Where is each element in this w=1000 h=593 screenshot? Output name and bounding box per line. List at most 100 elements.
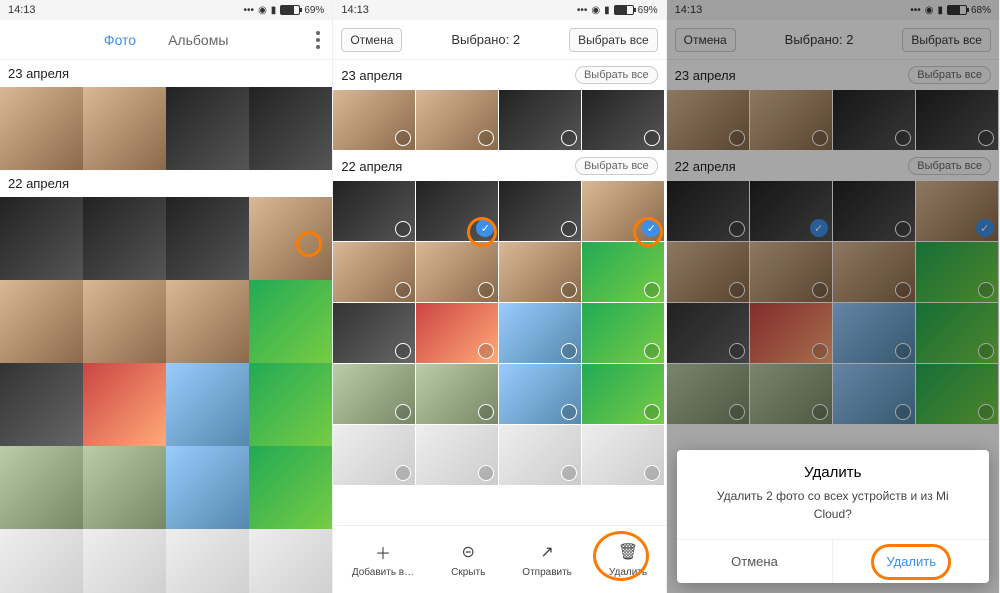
photo-thumb[interactable] [499,90,581,150]
select-circle-icon[interactable] [478,465,494,481]
select-all-button[interactable]: Выбрать все [569,28,658,52]
photo-thumb[interactable] [166,197,249,280]
photo-thumb[interactable] [0,87,83,170]
photo-thumb[interactable] [499,425,581,485]
photo-thumb[interactable] [333,425,415,485]
tab-bar: Фото Альбомы [0,20,332,60]
photo-thumb[interactable] [416,242,498,302]
dialog-title: Удалить [677,450,989,487]
photo-thumb[interactable] [249,87,332,170]
photo-thumb[interactable] [582,303,664,363]
photo-thumb[interactable] [333,242,415,302]
photo-thumb[interactable] [83,363,166,446]
select-circle-icon[interactable] [644,130,660,146]
photo-thumb[interactable] [0,280,83,363]
dots-icon: ••• [244,5,255,16]
select-circle-icon[interactable] [561,282,577,298]
photo-thumb[interactable] [499,181,581,241]
photo-thumb[interactable] [166,280,249,363]
photo-thumb[interactable] [499,364,581,424]
photo-thumb[interactable] [0,363,83,446]
select-circle-icon[interactable] [644,343,660,359]
select-circle-icon[interactable] [561,404,577,420]
photo-thumb[interactable] [83,280,166,363]
photo-thumb[interactable] [333,364,415,424]
photo-thumb[interactable] [249,363,332,446]
signal-icon: ▮ [271,5,277,16]
add-to-button[interactable]: ＋ Добавить в… [352,541,414,578]
photo-thumb[interactable] [333,303,415,363]
lock-icon: ⊝ [457,541,479,563]
select-circle-icon[interactable] [395,465,411,481]
photo-thumb[interactable] [416,425,498,485]
action-bar: ＋ Добавить в… ⊝ Скрыть ↗ Отправить 🗑 Уда… [333,525,665,593]
select-circle-icon[interactable] [561,465,577,481]
select-circle-icon[interactable] [644,404,660,420]
select-circle-icon[interactable] [395,221,411,237]
photo-thumb[interactable] [83,87,166,170]
tab-albums[interactable]: Альбомы [168,32,228,48]
photo-thumb[interactable] [582,425,664,485]
checkmark-icon[interactable]: ✓ [476,219,494,237]
select-circle-icon[interactable] [395,282,411,298]
photo-thumb[interactable] [83,446,166,529]
select-circle-icon[interactable] [644,465,660,481]
photo-scroll[interactable]: 23 апреля Выбрать все 22 апреля Выбрать … [333,60,665,593]
cancel-button[interactable]: Отмена [341,28,402,52]
select-circle-icon[interactable] [395,343,411,359]
photo-thumb[interactable]: ✓ [582,181,664,241]
delete-button[interactable]: 🗑 Удалить [609,541,647,578]
photo-thumb[interactable] [499,242,581,302]
photo-thumb[interactable]: ✓ [416,181,498,241]
photo-thumb[interactable] [166,446,249,529]
photo-thumb[interactable] [249,280,332,363]
date-header: 22 апреля Выбрать все [333,151,665,181]
photo-thumb[interactable] [249,197,332,280]
photo-thumb[interactable] [0,197,83,280]
status-icons: ••• ◉ ▮ 69% [577,5,658,16]
row-select-all[interactable]: Выбрать все [575,66,658,84]
select-circle-icon[interactable] [478,130,494,146]
select-circle-icon[interactable] [478,343,494,359]
hide-button[interactable]: ⊝ Скрыть [451,541,485,578]
battery-pct: 69% [304,5,324,16]
select-circle-icon[interactable] [561,130,577,146]
photo-thumb[interactable] [416,364,498,424]
tab-photo[interactable]: Фото [104,32,136,48]
photo-thumb[interactable] [582,90,664,150]
send-button[interactable]: ↗ Отправить [522,541,572,578]
select-circle-icon[interactable] [644,282,660,298]
select-circle-icon[interactable] [478,282,494,298]
photo-thumb[interactable] [499,303,581,363]
select-circle-icon[interactable] [395,130,411,146]
select-circle-icon[interactable] [395,404,411,420]
photo-thumb[interactable] [416,90,498,150]
select-circle-icon[interactable] [478,404,494,420]
overflow-menu-icon[interactable] [316,31,320,49]
photo-thumb[interactable] [249,529,332,593]
select-circle-icon[interactable] [561,343,577,359]
photo-thumb[interactable] [166,529,249,593]
dialog-cancel-button[interactable]: Отмена [677,540,834,583]
checkmark-icon[interactable]: ✓ [642,219,660,237]
dialog-message: Удалить 2 фото со всех устройств и из Mi… [677,487,989,539]
photo-thumb[interactable] [83,197,166,280]
row-select-all[interactable]: Выбрать все [575,157,658,175]
photo-thumb[interactable] [249,446,332,529]
photo-thumb[interactable] [333,181,415,241]
photo-thumb[interactable] [0,446,83,529]
plus-icon: ＋ [372,541,394,563]
photo-thumb[interactable] [166,363,249,446]
photo-thumb[interactable] [582,242,664,302]
photo-thumb[interactable] [416,303,498,363]
photo-thumb[interactable] [582,364,664,424]
select-circle-icon[interactable] [561,221,577,237]
photo-thumb[interactable] [0,529,83,593]
dialog-confirm-button[interactable]: Удалить [833,540,989,583]
photo-thumb[interactable] [166,87,249,170]
photo-thumb[interactable] [333,90,415,150]
photo-thumb[interactable] [83,529,166,593]
battery-icon [280,5,300,15]
selection-count: Выбрано: 2 [451,32,520,47]
photo-scroll[interactable]: 23 апреля 22 апреля [0,60,332,593]
